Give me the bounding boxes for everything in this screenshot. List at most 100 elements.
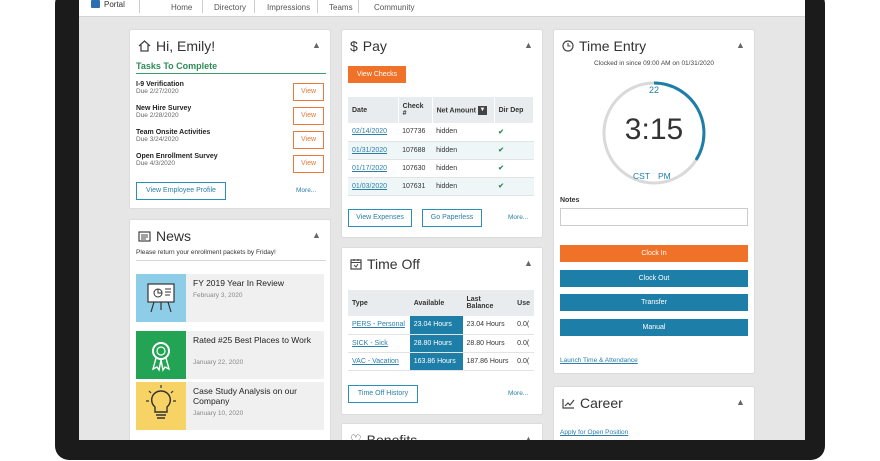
newspaper-icon — [138, 230, 151, 242]
news-item[interactable]: Case Study Analysis on our Company Janua… — [136, 382, 324, 430]
news-item-date: February 3, 2020 — [193, 292, 243, 299]
view-checks-button[interactable]: View Checks — [348, 66, 406, 83]
notes-label: Notes — [560, 197, 580, 204]
pay-card: $ Pay ▲ View Checks Date Check # Net Amo… — [341, 29, 543, 238]
available-hours: 28.80 Hours — [409, 334, 463, 353]
more-link[interactable]: More... — [296, 187, 316, 194]
task-due: Due 3/24/2020 — [136, 136, 179, 143]
news-header: News — [138, 228, 191, 244]
pay-date-link[interactable]: 01/17/2020 — [348, 159, 399, 178]
news-divider — [136, 260, 326, 261]
check-number: 107631 — [398, 177, 433, 196]
column-header[interactable]: Check # — [398, 97, 433, 123]
view-task-button[interactable]: View — [293, 107, 324, 125]
column-header[interactable]: Type — [348, 290, 410, 316]
nav-item-directory[interactable]: Directory — [214, 3, 246, 12]
table-row: 01/17/2020 107630 hidden ✔ — [348, 159, 534, 178]
pay-date-link[interactable]: 01/31/2020 — [348, 141, 399, 160]
clock-out-button[interactable]: Clock Out — [560, 270, 748, 287]
nav-divider — [254, 0, 255, 13]
timezone-label: CST — [633, 171, 650, 181]
nav-item-home[interactable]: Home — [171, 3, 192, 12]
news-item-title: Rated #25 Best Places to Work — [193, 335, 311, 345]
heart-icon: ♡ — [350, 432, 362, 440]
task-item: Open Enrollment Survey Due 4/3/2020 — [136, 153, 218, 167]
used-hours: 0.0( — [513, 316, 534, 335]
launch-time-attendance-link[interactable]: Launch Time & Attendance — [560, 357, 638, 364]
benefits-header: ♡ Benefits — [350, 432, 417, 440]
transfer-button[interactable]: Transfer — [560, 294, 748, 311]
portal-label: Portal — [104, 0, 125, 9]
news-item[interactable]: FY 2019 Year In Review February 3, 2020 — [136, 274, 324, 322]
dollar-icon: $ — [350, 38, 358, 54]
nav-item-teams[interactable]: Teams — [329, 3, 353, 12]
more-link[interactable]: More... — [508, 214, 528, 221]
table-row: VAC - Vacation 163.86 Hours 187.86 Hours… — [348, 352, 534, 371]
column-header[interactable]: Available — [409, 290, 463, 316]
time-entry-card: Time Entry ▲ Clocked in since 09:00 AM o… — [553, 29, 755, 374]
check-number: 107736 — [398, 123, 433, 142]
tasks-title: Tasks To Complete — [136, 61, 218, 71]
view-profile-button[interactable]: View Employee Profile — [136, 182, 226, 200]
pay-date-link[interactable]: 01/03/2020 — [348, 177, 399, 196]
view-task-button[interactable]: View — [293, 155, 324, 173]
nav-item-impressions[interactable]: Impressions — [267, 3, 310, 12]
lightbulb-icon — [136, 382, 186, 430]
available-hours: 163.86 Hours — [409, 352, 463, 371]
benefits-card: ♡ Benefits ▲ — [341, 423, 543, 440]
top-nav: Portal Home Directory Impressions Teams … — [79, 0, 805, 17]
go-paperless-button[interactable]: Go Paperless — [422, 209, 482, 227]
career-title: Career — [580, 395, 623, 411]
notes-input[interactable] — [560, 208, 748, 226]
used-hours: 0.0( — [513, 334, 534, 353]
pay-table: Date Check # Net Amount ▼ Dir Dep 02/14/… — [348, 97, 535, 196]
nav-item-community[interactable]: Community — [374, 3, 414, 12]
table-row: 02/14/2020 107736 hidden ✔ — [348, 123, 534, 142]
check-icon: ✔ — [494, 177, 534, 196]
task-due: Due 4/3/2020 — [136, 160, 176, 167]
column-header[interactable]: Net Amount ▼ — [432, 97, 495, 123]
news-item-title: FY 2019 Year In Review — [193, 278, 285, 288]
task-item: I-9 Verification Due 2/27/2020 — [136, 81, 184, 95]
view-expenses-button[interactable]: View Expenses — [348, 209, 412, 227]
collapse-chevron-icon[interactable]: ▲ — [736, 397, 746, 407]
tasks-divider — [136, 73, 326, 74]
welcome-title: Hi, Emily! — [156, 38, 216, 54]
table-row: 01/31/2020 107688 hidden ✔ — [348, 141, 534, 160]
table-row: PERS - Personal 23.04 Hours 23.04 Hours … — [348, 316, 534, 335]
check-number: 107630 — [398, 159, 433, 178]
column-header[interactable]: Dir Dep — [494, 97, 535, 123]
column-header[interactable]: Date — [348, 97, 399, 123]
dropdown-icon[interactable]: ▼ — [477, 105, 487, 115]
news-item-date: January 22, 2020 — [193, 359, 244, 366]
presentation-icon — [136, 274, 186, 322]
column-header[interactable]: Use — [513, 290, 534, 316]
collapse-chevron-icon[interactable]: ▲ — [524, 258, 534, 268]
collapse-chevron-icon[interactable]: ▲ — [524, 434, 534, 440]
apply-open-position-link[interactable]: Apply for Open Position — [560, 429, 628, 436]
view-task-button[interactable]: View — [293, 131, 324, 149]
pay-date-link[interactable]: 02/14/2020 — [348, 123, 399, 142]
seconds-readout: 22 — [648, 85, 659, 95]
time-off-history-button[interactable]: Time Off History — [348, 385, 418, 403]
last-balance: 187.86 Hours — [462, 352, 514, 371]
view-task-button[interactable]: View — [293, 83, 324, 101]
portal-brand[interactable]: Portal — [91, 0, 125, 9]
news-item[interactable]: Rated #25 Best Places to Work January 22… — [136, 331, 324, 379]
benefits-title: Benefits — [366, 432, 418, 440]
leave-type-link[interactable]: PERS - Personal — [348, 316, 410, 335]
manual-button[interactable]: Manual — [560, 319, 748, 336]
leave-type-link[interactable]: VAC - Vacation — [348, 352, 410, 371]
clock-in-button[interactable]: Clock In — [560, 245, 748, 262]
task-name: New Hire Survey — [136, 105, 192, 112]
column-header[interactable]: Last Balance — [462, 290, 514, 316]
time-off-card: Time Off ▲ Type Available Last Balance U… — [341, 247, 543, 415]
nav-divider — [139, 0, 140, 13]
collapse-chevron-icon[interactable]: ▲ — [524, 40, 534, 50]
leave-type-link[interactable]: SICK - Sick — [348, 334, 410, 353]
collapse-chevron-icon[interactable]: ▲ — [736, 40, 746, 50]
more-link[interactable]: More... — [508, 390, 528, 397]
nav-divider — [358, 0, 359, 13]
collapse-chevron-icon[interactable]: ▲ — [312, 40, 322, 50]
collapse-chevron-icon[interactable]: ▲ — [312, 230, 322, 240]
